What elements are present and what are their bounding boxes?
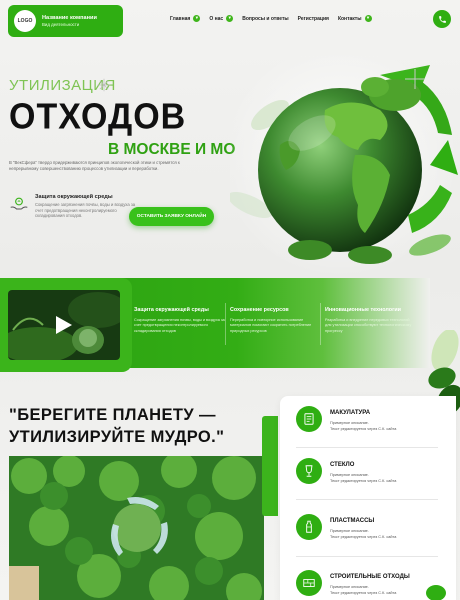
bricks-icon [296, 570, 322, 596]
service-item[interactable]: МАКУЛАТУРА Примерное описание. Текст ред… [296, 406, 446, 446]
service-item[interactable]: СТРОИТЕЛЬНЫЕ ОТХОДЫ Примерное описание. … [296, 570, 446, 600]
feature-body: Защита окружающей среды Сокращение загря… [35, 194, 139, 219]
play-icon[interactable] [53, 315, 73, 335]
benefit-column: Сохранение ресурсов Переработка и повтор… [230, 307, 322, 334]
nav-label: Вопросы и ответы [242, 15, 289, 22]
service-title: СТЕКЛО [330, 462, 355, 468]
logo-block[interactable]: LOGO Название компании Вид деятельности [8, 5, 123, 37]
hero-description: В “ВекСфера” твердо придерживаются принц… [9, 160, 180, 171]
bottle-icon [296, 514, 322, 540]
separator [296, 499, 438, 500]
quote-line: "БЕРЕГИТЕ ПЛАНЕТУ — [9, 406, 216, 424]
benefit-title: Инновационные технологии [325, 307, 401, 313]
service-title: СТРОИТЕЛЬНЫЕ ОТХОДЫ [330, 574, 410, 580]
nav-label: О нас [209, 15, 224, 22]
phone-icon [438, 15, 446, 23]
eco-hands-icon [10, 197, 28, 210]
service-item[interactable]: ПЛАСТМАССЫ Примерное описание. Текст ред… [296, 514, 446, 554]
chevron-down-icon: ▾ [364, 15, 372, 22]
logo: LOGO [14, 10, 36, 32]
sparkle-icon [97, 78, 111, 92]
glass-icon [296, 458, 322, 484]
benefit-title: Сохранение ресурсов [230, 307, 289, 313]
service-title: МАКУЛАТУРА [330, 410, 371, 416]
phone-button[interactable] [433, 10, 451, 28]
service-body: СТЕКЛО Примерное описание. Текст редакти… [330, 458, 396, 498]
separator [296, 447, 438, 448]
service-desc: Текст редактируется через С.К. сайта [330, 479, 397, 483]
service-desc: Текст редактируется через С.К. сайта [330, 591, 397, 595]
video-thumbnail[interactable] [8, 290, 120, 360]
service-item[interactable]: СТЕКЛО Примерное описание. Текст редакти… [296, 458, 446, 498]
nav-label: Регистрация [297, 15, 329, 22]
services-accent-bar [262, 416, 278, 516]
benefit-text: Разработка и внедрение передовых техноло… [325, 318, 412, 333]
nav-item-contacts[interactable]: Контакты ▾ [338, 15, 372, 22]
scroll-to-top-button[interactable] [426, 585, 446, 600]
hero-accent: В МОСКВЕ И МО [108, 141, 236, 158]
page: LOGO Название компании Вид деятельности … [0, 0, 460, 600]
feature-title: Защита окружающей среды [35, 194, 113, 200]
benefit-text: Переработка и повторное использование ма… [230, 318, 312, 333]
service-body: МАКУЛАТУРА Примерное описание. Текст ред… [330, 406, 396, 446]
nav-item-about[interactable]: О нас ▾ [209, 15, 234, 22]
quote-line: УТИЛИЗИРУЙТЕ МУДРО." [9, 428, 225, 446]
benefit-text: Сокращение загрязнения почвы, воды и воз… [134, 318, 225, 333]
separator [296, 556, 438, 557]
chevron-down-icon: ▾ [193, 15, 201, 22]
nav-item-faq[interactable]: Вопросы и ответы [242, 16, 288, 22]
divider [320, 303, 321, 345]
globe-illustration [230, 55, 458, 278]
quote-heading: "БЕРЕГИТЕ ПЛАНЕТУ — УТИЛИЗИРУЙТЕ МУДРО." [9, 404, 224, 448]
nav-item-registration[interactable]: Регистрация [298, 16, 329, 22]
chevron-down-icon: ▾ [226, 15, 234, 22]
main-nav: Главная ▾ О нас ▾ Вопросы и ответы Регис… [170, 15, 372, 22]
service-body: СТРОИТЕЛЬНЫЕ ОТХОДЫ Примерное описание. … [330, 570, 410, 600]
benefit-column: Инновационные технологии Разработка и вн… [325, 307, 417, 334]
nav-item-home[interactable]: Главная ▾ [170, 15, 201, 22]
nav-label: Контакты [337, 15, 362, 22]
site-header: LOGO Название компании Вид деятельности … [0, 0, 460, 40]
benefit-title: Защита окружающей среды [134, 307, 209, 313]
service-desc: Текст редактируется через С.К. сайта [330, 535, 397, 539]
service-desc: Текст редактируется через С.К. сайта [330, 427, 397, 431]
cta-button[interactable]: ОСТАВИТЬ ЗАЯВКУ ОНЛАЙН [129, 207, 214, 226]
benefit-column: Защита окружающей среды Сокращение загря… [134, 307, 226, 334]
company-activity: Вид деятельности [42, 22, 80, 27]
feature-text: Сокращение загрязнения почвы, воды и воз… [35, 202, 136, 219]
hero-title: ОТХОДОВ [9, 97, 187, 137]
service-body: ПЛАСТМАССЫ Примерное описание. Текст ред… [330, 514, 396, 554]
paper-icon [296, 406, 322, 432]
service-title: ПЛАСТМАССЫ [330, 518, 375, 524]
hero-feature: Защита окружающей среды Сокращение загря… [9, 194, 139, 219]
company-name: Название компании [42, 15, 97, 21]
forest-aerial-image [9, 456, 264, 600]
company-info: Название компании Вид деятельности [42, 15, 97, 27]
nav-label: Главная [170, 15, 191, 22]
divider [225, 303, 226, 345]
